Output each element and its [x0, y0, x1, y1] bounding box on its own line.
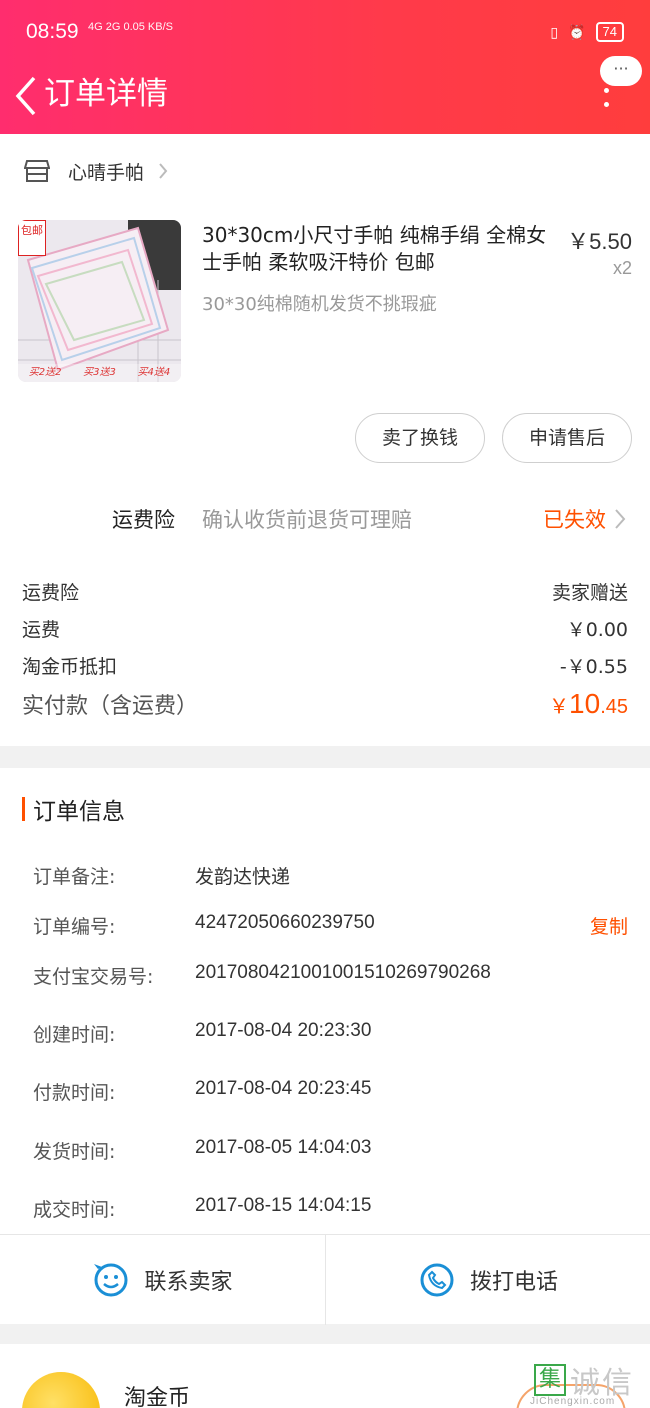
summary-value: 卖家赠送	[551, 582, 628, 604]
chevron-right-icon	[615, 509, 626, 529]
after-sale-button[interactable]: 申请售后	[502, 413, 632, 463]
header-bar: 08:59 4G 2G 0.05 KB/S ▯ ⏰ 74 订单详情	[0, 0, 650, 134]
chevron-right-icon	[159, 163, 168, 179]
info-label: 创建时间:	[33, 1024, 116, 1046]
vibrate-icon: ▯	[550, 23, 559, 40]
watermark-url: JiChengxin.com	[530, 1396, 616, 1407]
total-currency: ￥	[549, 696, 570, 718]
info-value: 2017-08-04 20:23:45	[195, 1078, 372, 1099]
coin-icon	[22, 1372, 100, 1408]
promo-tags: 买2送2 买3送3 买4送4	[18, 364, 181, 382]
info-label: 发货时间:	[33, 1141, 116, 1163]
nav-bar: 订单详情	[0, 66, 650, 134]
page-title: 订单详情	[44, 76, 168, 112]
section-accent-bar	[22, 797, 25, 821]
promo-tag: 买3送3	[83, 367, 116, 378]
info-value: 2017-08-15 14:04:15	[195, 1195, 372, 1216]
chat-icon	[94, 1263, 128, 1297]
product-image[interactable]: 包邮 买2送2 买3送3 买4送4	[18, 220, 181, 382]
shipping-insurance-row[interactable]: 运费险 确认收货前退货可理赔 已失效	[0, 494, 650, 544]
insurance-status: 已失效	[543, 508, 606, 532]
info-label: 成交时间:	[33, 1199, 116, 1221]
network-type: 4G 2G	[88, 21, 121, 33]
coin-label: 淘金币	[124, 1386, 191, 1408]
more-options-button[interactable]: ···	[600, 56, 642, 86]
summary-row: 运费 ￥0.00	[22, 615, 628, 642]
info-label: 付款时间:	[33, 1082, 116, 1104]
watermark-box: 集	[534, 1364, 566, 1396]
insurance-desc: 确认收货前退货可理赔	[202, 508, 412, 532]
promo-tag: 买2送2	[28, 367, 62, 378]
summary-label: 运费险	[22, 582, 80, 604]
contact-actions: 联系卖家 拨打电话	[0, 1234, 650, 1325]
promo-tag: 买4送4	[137, 367, 171, 378]
insurance-label: 运费险	[112, 508, 175, 532]
info-value: 2017-08-05 14:04:03	[195, 1137, 372, 1158]
summary-value: -￥0.55	[559, 656, 628, 678]
summary-row: 淘金币抵扣 -￥0.55	[22, 652, 628, 679]
kebab-menu-icon[interactable]	[598, 88, 614, 112]
total-paid-row: 实付款（含运费） ￥10.45	[22, 688, 628, 720]
product-spec: 30*30纯棉随机发货不挑瑕疵	[202, 294, 437, 315]
order-info-card: 订单信息 订单备注: 发韵达快递 订单编号: 42472050660239750…	[0, 768, 650, 1325]
order-product-card: 心晴手帕 包邮 买2送2 买3送3 买4送4 30*30cm小尺寸手帕 纯棉手绢…	[0, 134, 650, 746]
summary-value: ￥0.00	[566, 619, 628, 641]
sell-button[interactable]: 卖了换钱	[355, 413, 485, 463]
summary-label: 淘金币抵扣	[22, 656, 118, 678]
info-value: 发韵达快递	[195, 867, 291, 888]
info-label: 订单备注:	[33, 866, 116, 888]
battery-icon: 74	[595, 22, 624, 42]
summary-label: 运费	[22, 619, 61, 641]
total-label: 实付款（含运费）	[22, 694, 199, 719]
network-speed: 0.05 KB/S	[123, 21, 174, 33]
contact-seller-button[interactable]: 联系卖家	[0, 1235, 325, 1325]
total-amount: ￥10.45	[549, 688, 628, 720]
alarm-icon: ⏰	[568, 23, 586, 40]
status-time: 08:59	[26, 20, 79, 43]
total-integer: 10	[569, 688, 601, 719]
store-name: 心晴手帕	[68, 161, 145, 184]
back-icon[interactable]	[12, 74, 40, 118]
copy-button[interactable]: 复制	[590, 912, 628, 939]
contact-seller-label: 联系卖家	[144, 1270, 233, 1295]
summary-row: 运费险 卖家赠送	[22, 578, 628, 605]
info-value: 42472050660239750	[195, 912, 375, 933]
product-title[interactable]: 30*30cm小尺寸手帕 纯棉手绢 全棉女士手帕 柔软吸汗特价 包邮	[202, 222, 548, 276]
call-phone-label: 拨打电话	[469, 1270, 558, 1295]
store-icon	[24, 160, 50, 182]
section-title: 订单信息	[33, 799, 125, 825]
status-bar: 08:59 4G 2G 0.05 KB/S ▯ ⏰ 74	[0, 0, 650, 66]
info-value: 2017-08-04 20:23:30	[195, 1020, 372, 1041]
status-icons: ▯ ⏰ 74	[550, 22, 624, 42]
free-shipping-badge: 包邮	[18, 220, 46, 256]
order-info-header: 订单信息	[22, 794, 125, 825]
taojinbi-card[interactable]: 淘金币 集 诚信 JiChengxin.com	[0, 1344, 650, 1408]
info-label: 支付宝交易号:	[33, 966, 154, 988]
info-label: 订单编号:	[33, 916, 116, 938]
total-decimal: .45	[600, 696, 628, 718]
network-indicator: 4G 2G 0.05 KB/S	[88, 21, 174, 33]
info-value: 2017080421001001510269790268	[195, 962, 491, 983]
call-phone-button[interactable]: 拨打电话	[325, 1235, 650, 1325]
phone-icon	[420, 1263, 454, 1297]
product-quantity: x2	[612, 258, 632, 278]
product-price: ￥5.50	[567, 229, 632, 254]
store-link[interactable]: 心晴手帕	[24, 156, 168, 186]
